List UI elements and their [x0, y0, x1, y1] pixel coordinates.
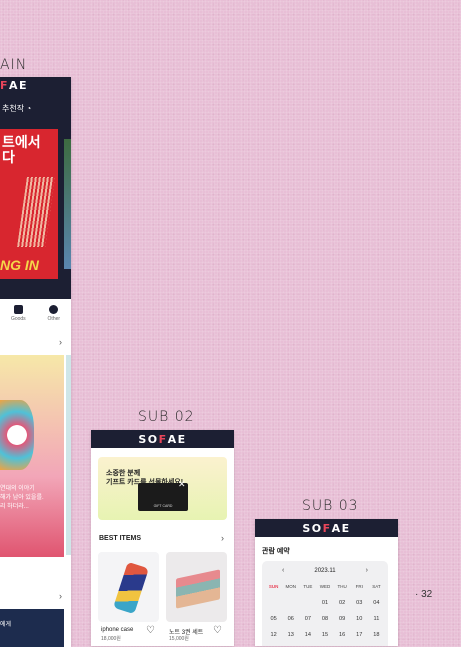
next-banner[interactable]	[66, 355, 71, 555]
calendar-day[interactable]: 08	[316, 614, 333, 624]
product-image[interactable]	[166, 552, 227, 622]
notebook-image	[176, 569, 220, 609]
calendar-day[interactable]: 13	[282, 630, 299, 640]
poster-title: 트에서 다	[2, 134, 41, 165]
next-poster[interactable]	[64, 139, 71, 269]
top-nav: FAE	[0, 77, 71, 93]
product-price: 15,000원	[169, 636, 189, 642]
calendar-day[interactable]: 02	[334, 598, 351, 608]
night-card[interactable]: 에게	[0, 609, 64, 647]
page-number: · 32	[415, 589, 433, 600]
calendar-day[interactable]: 05	[265, 614, 282, 624]
weekday-label: SUN	[268, 584, 279, 589]
screen-label-sub02: SUB 02	[138, 409, 195, 425]
reservation-title: 관람 예약	[262, 548, 290, 555]
logo[interactable]: SOFAE	[138, 433, 186, 446]
event-banner[interactable]: 연대의 이야기 해가 남아 있을를. 리 하더라...	[0, 355, 64, 557]
product-price: 18,000원	[101, 636, 121, 642]
top-nav: SOFAE	[255, 519, 398, 537]
sub03-screen: SOFAE 관람 예약 ‹ 2023.11 › SUN MON TUE WED THU F…	[255, 519, 398, 646]
category-other[interactable]: Other	[48, 305, 60, 322]
more-icon	[49, 305, 59, 314]
calendar-month: 2023.11	[314, 568, 336, 574]
best-items-title: BEST ITEMS	[99, 535, 142, 542]
calendar-day[interactable]: 06	[282, 614, 299, 624]
calendar-day[interactable]: 11	[368, 614, 385, 624]
main-screen: FAE 추천작 ◔ 트에서 다 NG IN Goods Other › 연대의 …	[0, 77, 71, 647]
top-nav: SOFAE	[91, 430, 234, 448]
chevron-right-icon[interactable]: ›	[59, 591, 62, 601]
calendar-day	[265, 598, 282, 608]
hero-section: FAE 추천작 ◔ 트에서 다 NG IN	[0, 77, 71, 299]
banner-art	[0, 400, 34, 470]
calendar: ‹ 2023.11 › SUN MON TUE WED THU FRI SAT 01 02 03 0…	[262, 561, 388, 646]
calendar-grid: SUN MON TUE WED THU FRI SAT 01 02 03 04 05 06 07 08 09 1…	[265, 582, 385, 646]
weekday-label: SAT	[372, 584, 381, 589]
heart-icon[interactable]: ♡	[146, 625, 155, 636]
weekday-label: MON	[285, 584, 296, 589]
logo[interactable]: SOFAE	[302, 522, 350, 535]
logo[interactable]: FAE	[0, 79, 28, 92]
sub02-screen: SOFAE 소중한 분께 기프트 카드를 선물하세요! GIFT CARD ✕ …	[91, 430, 234, 646]
calendar-day[interactable]: 17	[351, 630, 368, 640]
calendar-day[interactable]: 09	[334, 614, 351, 624]
recommended-title: 추천작 ◔	[2, 104, 32, 113]
calendar-day[interactable]: 15	[316, 630, 333, 640]
calendar-day[interactable]: 12	[265, 630, 282, 640]
chevron-right-icon[interactable]: ›	[221, 533, 224, 543]
screen-label-sub03: SUB 03	[302, 498, 359, 514]
calendar-day	[282, 598, 299, 608]
chevron-right-icon[interactable]: ›	[366, 567, 368, 574]
phone-case-image	[113, 561, 149, 615]
weekday-label: THU	[337, 584, 347, 589]
poster-art	[17, 177, 55, 247]
calendar-day[interactable]: 14	[299, 630, 316, 640]
bow-icon: ✕	[178, 479, 186, 489]
category-bar: Goods Other	[0, 305, 71, 322]
weekday-label: FRI	[355, 584, 363, 589]
calendar-day[interactable]: 03	[351, 598, 368, 608]
calendar-day[interactable]: 18	[368, 630, 385, 640]
featured-poster[interactable]: 트에서 다 NG IN	[0, 129, 58, 279]
category-goods[interactable]: Goods	[11, 305, 26, 322]
banner-text: 연대의 이야기 해가 남아 있을를. 리 하더라...	[0, 486, 44, 510]
chevron-right-icon[interactable]: ›	[59, 337, 62, 347]
heart-icon[interactable]: ♡	[213, 625, 222, 636]
calendar-day[interactable]: 10	[351, 614, 368, 624]
calendar-day[interactable]: 16	[334, 630, 351, 640]
calendar-day[interactable]: 07	[299, 614, 316, 624]
calendar-day[interactable]: 04	[368, 598, 385, 608]
calendar-day[interactable]: 01	[316, 598, 333, 608]
product-name[interactable]: iphone case	[101, 627, 133, 633]
poster-subtitle: NG IN	[0, 257, 39, 273]
weekday-label: TUE	[303, 584, 313, 589]
gift-icon	[13, 305, 23, 314]
gift-card-banner[interactable]: 소중한 분께 기프트 카드를 선물하세요! GIFT CARD ✕	[98, 457, 227, 520]
calendar-day	[299, 598, 316, 608]
product-image[interactable]	[98, 552, 159, 622]
weekday-label: WED	[319, 584, 331, 589]
screen-label-main: AIN	[0, 57, 28, 73]
